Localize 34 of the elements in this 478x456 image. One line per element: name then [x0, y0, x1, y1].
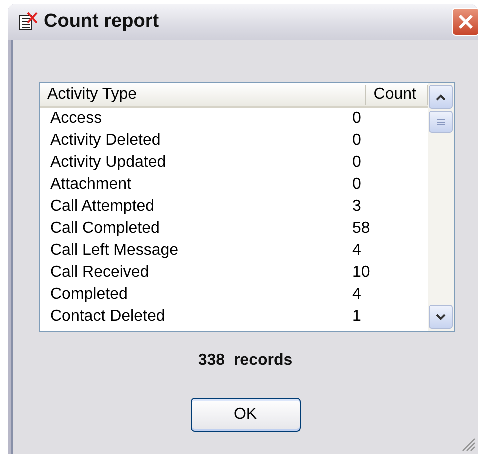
close-button[interactable] [452, 8, 478, 36]
table-cell-text: Contact Deleted [50, 308, 166, 326]
table-cell-text: 0 [352, 110, 362, 128]
table-cell-text: Call Received [50, 264, 150, 282]
table-cell-text: 0 [352, 132, 362, 150]
close-icon [458, 14, 474, 30]
caret-up-icon [436, 94, 446, 100]
table-cell-text: 0 [352, 176, 362, 194]
table-cell-text: Attachment [50, 176, 132, 194]
resize-grip-icon[interactable] [462, 438, 476, 452]
table-cell-text: 4 [352, 242, 362, 260]
record-count: 338 records [198, 352, 293, 370]
scroll-thumb[interactable] [428, 111, 452, 133]
table-cell-text: 0 [352, 154, 362, 172]
app-icon [18, 12, 38, 32]
table-cell-text: 4 [352, 286, 362, 304]
window-title: Count report [44, 11, 160, 33]
table-cell-text: Activity Deleted [50, 132, 162, 150]
column-header[interactable]: Activity Type [40, 84, 366, 104]
table-cell-text: Call Left Message [50, 242, 180, 260]
table-cell-text: Activity Updated [50, 154, 168, 172]
table-cell-text: Completed [50, 286, 129, 304]
table-cell-text: 1 [352, 308, 362, 326]
table-cell-text: 3 [352, 198, 362, 216]
scroll-down-button[interactable] [428, 305, 452, 329]
table-cell-text: 58 [352, 220, 372, 238]
ok-button[interactable]: OK [190, 398, 300, 432]
scroll-up-button[interactable] [428, 85, 452, 109]
table-cell-text: Access [50, 110, 104, 128]
caret-down-icon [436, 314, 446, 320]
table-cell-text: 10 [352, 264, 372, 282]
table-cell-text: Call Completed [50, 220, 161, 238]
table-cell-text: Call Attempted [50, 198, 156, 216]
scrollbar[interactable] [428, 83, 454, 331]
